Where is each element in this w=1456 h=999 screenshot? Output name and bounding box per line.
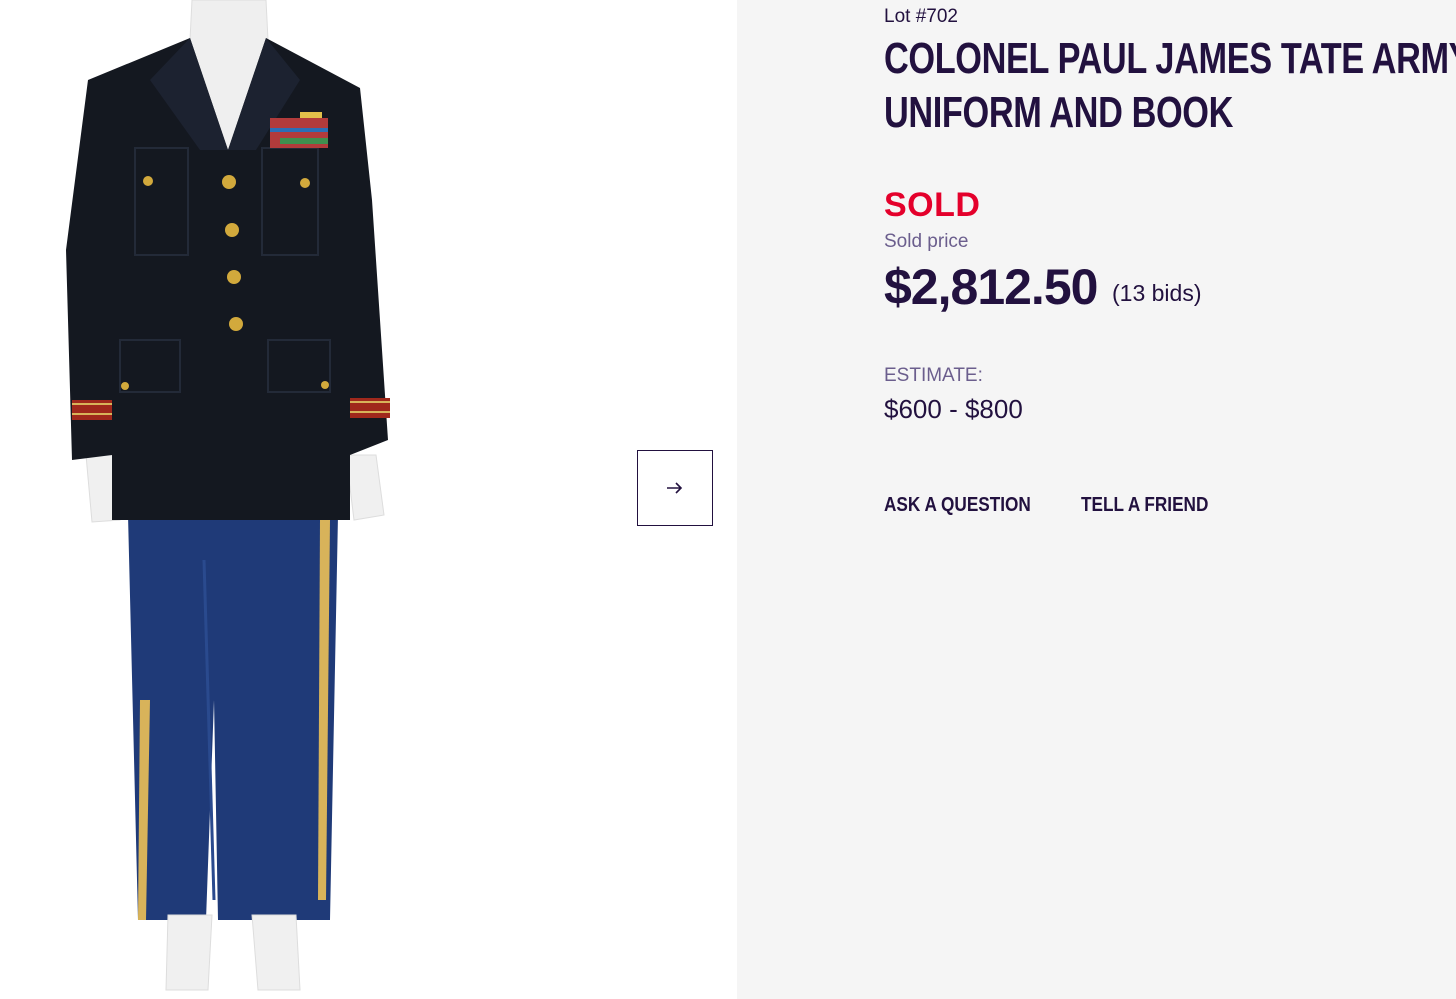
lot-details-panel: Lot #702 COLONEL PAUL JAMES TATE ARMY OF… <box>737 0 1456 999</box>
sold-price: $2,812.50 <box>884 259 1098 315</box>
next-image-button[interactable] <box>637 450 713 526</box>
item-title-line-2: UNIFORM AND BOOK <box>884 88 1234 137</box>
image-gallery <box>0 0 737 999</box>
tell-friend-link[interactable]: TELL A FRIEND <box>1081 494 1208 517</box>
lot-actions: ASK A QUESTION TELL A FRIEND <box>884 494 1229 517</box>
estimate-label: ESTIMATE: <box>884 365 983 386</box>
bid-count[interactable]: (13 bids) <box>1112 280 1201 307</box>
item-title: COLONEL PAUL JAMES TATE ARMY OFFICER UNI… <box>884 32 1456 140</box>
uniform-photo[interactable] <box>0 0 520 999</box>
sold-status: SOLD <box>884 186 981 224</box>
lot-number: Lot #702 <box>884 6 958 27</box>
arrow-right-icon <box>667 482 683 494</box>
item-title-line-1: COLONEL PAUL JAMES TATE ARMY OFFICER <box>884 34 1456 83</box>
sold-price-label: Sold price <box>884 231 969 252</box>
estimate-range: $600 - $800 <box>884 394 1023 424</box>
ask-question-link[interactable]: ASK A QUESTION <box>884 494 1031 517</box>
